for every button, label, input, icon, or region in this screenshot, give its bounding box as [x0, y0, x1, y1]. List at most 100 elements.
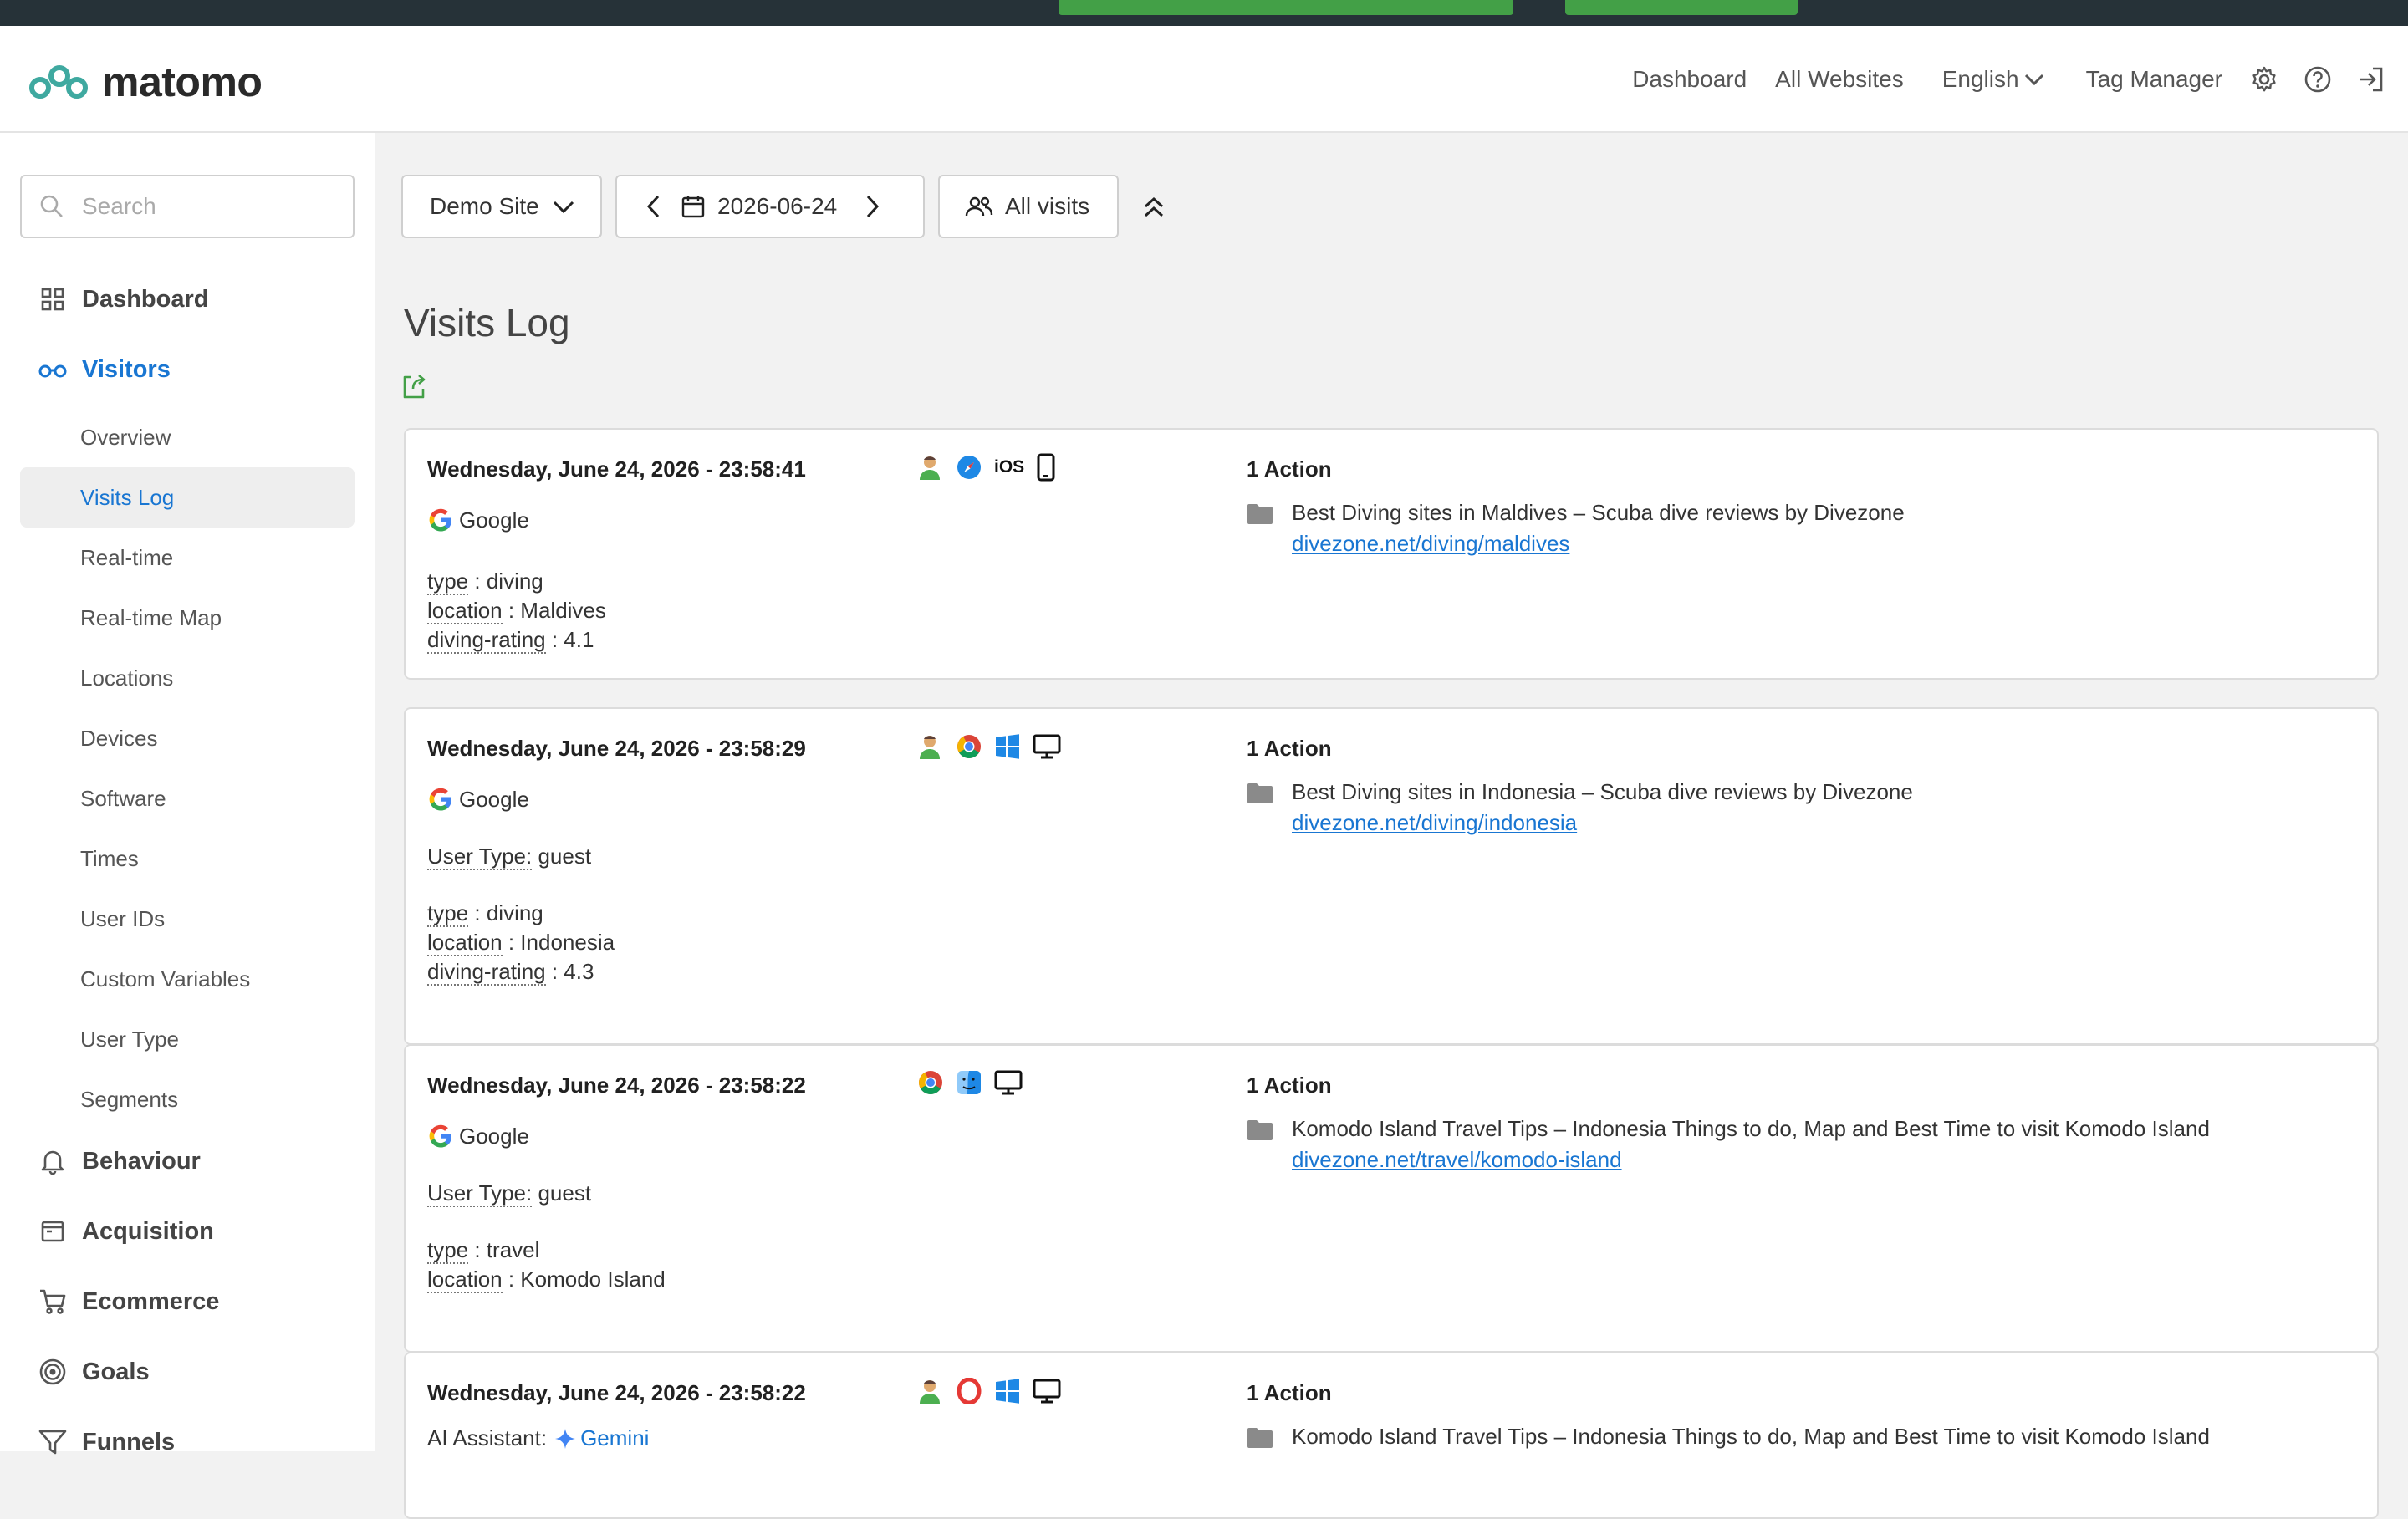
action-count: 1 Action — [1247, 1073, 1332, 1098]
help-icon[interactable] — [2303, 64, 2333, 94]
folder-icon — [1247, 504, 1273, 524]
sidebar-sub-real-time-map[interactable]: Real-time Map — [20, 588, 355, 648]
custom-var-value: : Komodo Island — [502, 1267, 666, 1292]
visitor-profile-icon[interactable] — [916, 732, 944, 761]
sidebar-sub-locations[interactable]: Locations — [20, 648, 355, 708]
sidebar-item-behaviour[interactable]: Behaviour — [0, 1136, 375, 1186]
visit-row[interactable]: Wednesday, June 24, 2026 - 23:58:22 AI A… — [404, 1352, 2379, 1519]
google-icon — [429, 508, 452, 532]
action-item: Best Diving sites in Indonesia – Scuba d… — [1247, 779, 1913, 836]
search-box[interactable] — [20, 175, 355, 238]
user-type-key: User Type: — [427, 1180, 533, 1207]
custom-var-key: diving-rating — [427, 959, 546, 986]
shopping-cart-icon — [38, 1287, 67, 1316]
custom-var-key: type — [427, 568, 469, 595]
action-url-link[interactable]: divezone.net/diving/maldives — [1292, 531, 1905, 557]
sidebar-item-acquisition[interactable]: Acquisition — [0, 1206, 375, 1256]
custom-var-line: type : diving — [427, 568, 543, 595]
main-content: Demo Site 2026-06-24 All visits Visits L… — [375, 133, 2408, 1519]
smartphone-icon — [1037, 453, 1055, 482]
sidebar-sub-overview[interactable]: Overview — [20, 407, 355, 467]
sidebar-item-dashboard[interactable]: Dashboard — [0, 274, 375, 324]
page-title: Visits Log — [404, 301, 570, 344]
visit-device-icons — [916, 1377, 1073, 1405]
visit-referrer: Google — [427, 507, 529, 533]
top-green-button-2[interactable] — [1565, 0, 1798, 15]
segment-label: All visits — [1005, 193, 1090, 219]
search-input[interactable] — [80, 192, 334, 221]
site-selector-label: Demo Site — [430, 193, 539, 219]
sidebar-sub-user-ids[interactable]: User IDs — [20, 889, 355, 949]
custom-var-value: : 4.3 — [545, 959, 594, 984]
custom-var-value: : Maldives — [502, 598, 606, 623]
sidebar-sub-label: Real-time Map — [80, 604, 222, 630]
custom-var-line: type : diving — [427, 900, 543, 927]
visitor-profile-icon[interactable] — [916, 1377, 944, 1405]
nav-dashboard-link[interactable]: Dashboard — [1632, 66, 1747, 93]
sidebar-sub-label: Custom Variables — [80, 966, 251, 991]
opera-icon — [957, 1378, 982, 1404]
user-type-line: User Type: guest — [427, 1180, 592, 1207]
referrer-name: Google — [459, 786, 529, 812]
visit-datetime: Wednesday, June 24, 2026 - 23:58:29 — [427, 736, 806, 761]
action-url-link[interactable]: divezone.net/travel/komodo-island — [1292, 1147, 2210, 1173]
period-selector[interactable]: 2026-06-24 — [615, 175, 925, 238]
mac-finder-icon — [957, 1071, 981, 1094]
sidebar-sub-software[interactable]: Software — [20, 768, 355, 828]
custom-var-key: type — [427, 900, 469, 927]
visit-row[interactable]: Wednesday, June 24, 2026 - 23:58:22 Goog… — [404, 1044, 2379, 1353]
visit-row[interactable]: Wednesday, June 24, 2026 - 23:58:41 iOS … — [404, 428, 2379, 680]
sidebar-sub-custom-variables[interactable]: Custom Variables — [20, 949, 355, 1009]
matomo-logo[interactable]: matomo — [28, 58, 263, 106]
visit-row[interactable]: Wednesday, June 24, 2026 - 23:58:29 Goog… — [404, 707, 2379, 1045]
period-date: 2026-06-24 — [717, 193, 838, 219]
browser-window-icon — [38, 1217, 67, 1246]
sidebar-sub-label: User IDs — [80, 905, 166, 931]
sidebar-sub-devices[interactable]: Devices — [20, 708, 355, 768]
folder-icon — [1247, 783, 1273, 803]
sidebar-item-visitors[interactable]: Visitors — [0, 344, 375, 395]
chevron-right-icon[interactable] — [860, 193, 884, 220]
language-selector[interactable]: English — [1942, 66, 2046, 93]
windows-icon — [996, 734, 1019, 759]
custom-var-line: location : Komodo Island — [427, 1267, 666, 1293]
top-navigation: Dashboard All Websites English Tag Manag… — [1632, 26, 2408, 133]
desktop-icon — [1033, 734, 1061, 759]
visit-device-icons: iOS — [916, 453, 1068, 482]
sign-out-icon[interactable] — [2356, 64, 2386, 94]
nav-all-websites-link[interactable]: All Websites — [1775, 66, 1904, 93]
site-selector[interactable]: Demo Site — [401, 175, 602, 238]
binoculars-icon — [38, 355, 67, 384]
visitor-profile-icon[interactable] — [916, 453, 944, 482]
sidebar-item-label: Dashboard — [82, 285, 209, 313]
action-url-link[interactable]: divezone.net/diving/indonesia — [1292, 810, 1913, 836]
sidebar-sub-times[interactable]: Times — [20, 828, 355, 889]
chevron-left-icon[interactable] — [642, 193, 666, 220]
segment-selector[interactable]: All visits — [938, 175, 1119, 238]
action-title: Best Diving sites in Maldives – Scuba di… — [1292, 500, 1905, 525]
custom-var-value: : 4.1 — [545, 627, 594, 652]
visit-device-icons — [917, 1069, 1034, 1096]
sidebar-item-label: Goals — [82, 1358, 150, 1385]
sidebar-sub-label: Times — [80, 845, 139, 871]
gear-icon[interactable] — [2249, 64, 2279, 94]
top-green-button-1[interactable] — [1059, 0, 1513, 15]
nav-tag-manager-link[interactable]: Tag Manager — [2086, 66, 2222, 93]
sidebar-item-goals[interactable]: Goals — [0, 1347, 375, 1397]
custom-var-value: : travel — [468, 1237, 540, 1262]
sidebar-item-ecommerce[interactable]: Ecommerce — [0, 1277, 375, 1327]
collapse-controls-icon[interactable] — [1140, 193, 1168, 222]
sidebar-sub-visits-log[interactable]: Visits Log — [20, 467, 355, 528]
sidebar-sub-real-time[interactable]: Real-time — [20, 528, 355, 588]
sidebar-item-label: Acquisition — [82, 1217, 214, 1245]
top-strip — [0, 0, 2408, 26]
sidebar-item-funnels[interactable]: Funnels — [0, 1417, 375, 1467]
sidebar-sub-user-type[interactable]: User Type — [20, 1009, 355, 1069]
user-type-value: guest — [532, 1180, 592, 1206]
custom-var-line: location : Indonesia — [427, 930, 615, 956]
user-type-key: User Type: — [427, 844, 533, 870]
sidebar-sub-segments[interactable]: Segments — [20, 1069, 355, 1129]
ai-assistant-link[interactable]: Gemini — [580, 1425, 649, 1451]
export-icon[interactable] — [401, 372, 428, 400]
desktop-icon — [1033, 1379, 1061, 1404]
